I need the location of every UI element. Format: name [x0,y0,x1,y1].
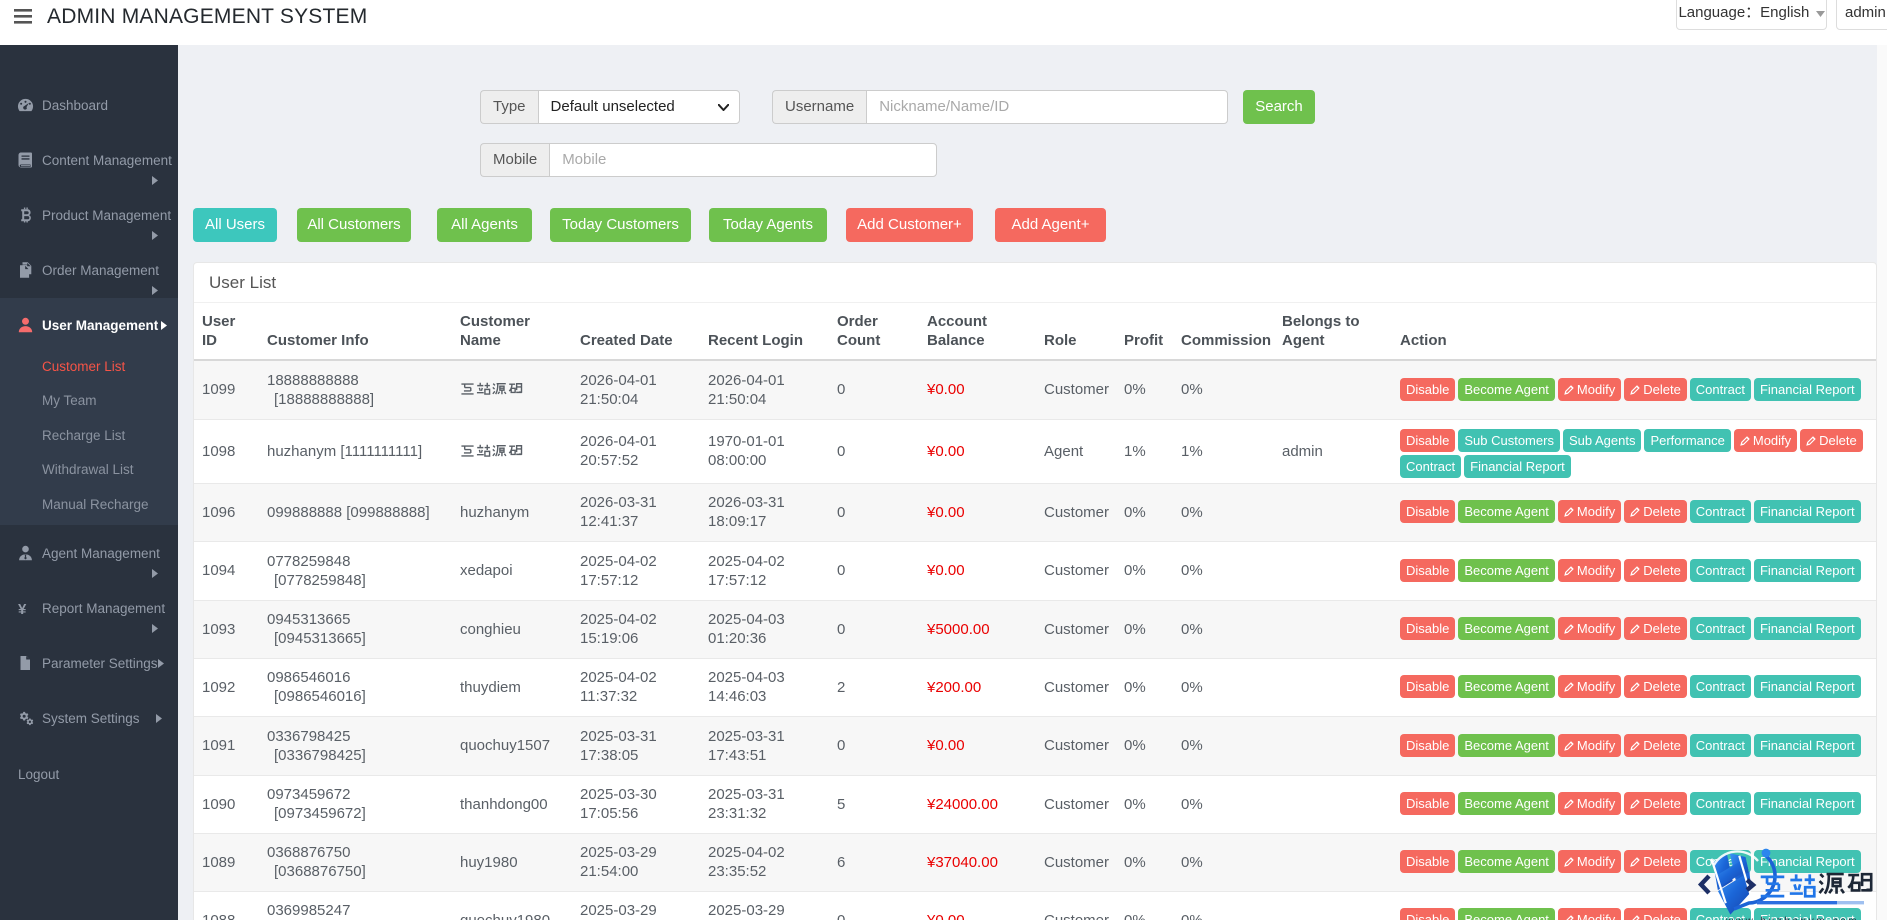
svg-text:www.huzhanym.com: www.huzhanym.com [1725,916,1859,920]
